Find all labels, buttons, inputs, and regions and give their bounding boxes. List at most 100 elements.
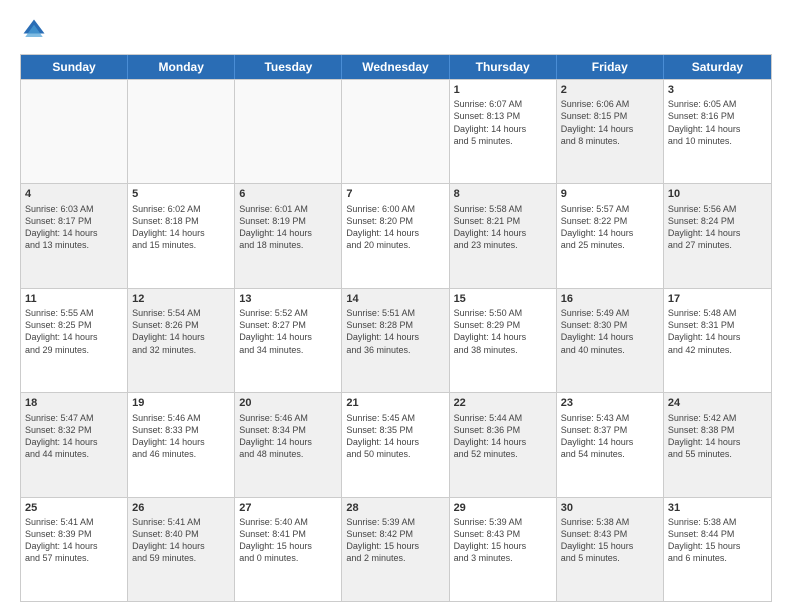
cal-cell-17: 17Sunrise: 5:48 AM Sunset: 8:31 PM Dayli…: [664, 289, 771, 392]
day-number: 5: [132, 187, 230, 201]
day-info: Sunrise: 5:57 AM Sunset: 8:22 PM Dayligh…: [561, 203, 659, 252]
page: SundayMondayTuesdayWednesdayThursdayFrid…: [0, 0, 792, 612]
day-info: Sunrise: 5:47 AM Sunset: 8:32 PM Dayligh…: [25, 412, 123, 461]
cal-cell-30: 30Sunrise: 5:38 AM Sunset: 8:43 PM Dayli…: [557, 498, 664, 601]
day-number: 13: [239, 292, 337, 306]
day-number: 12: [132, 292, 230, 306]
cal-cell-14: 14Sunrise: 5:51 AM Sunset: 8:28 PM Dayli…: [342, 289, 449, 392]
cal-cell-13: 13Sunrise: 5:52 AM Sunset: 8:27 PM Dayli…: [235, 289, 342, 392]
cal-header-thursday: Thursday: [450, 55, 557, 79]
day-info: Sunrise: 5:46 AM Sunset: 8:33 PM Dayligh…: [132, 412, 230, 461]
cal-cell-empty-3: [342, 80, 449, 183]
day-number: 17: [668, 292, 767, 306]
day-info: Sunrise: 5:44 AM Sunset: 8:36 PM Dayligh…: [454, 412, 552, 461]
cal-cell-9: 9 Sunrise: 5:57 AM Sunset: 8:22 PM Daylig…: [557, 184, 664, 287]
day-number: 11: [25, 292, 123, 306]
cal-cell-24: 24Sunrise: 5:42 AM Sunset: 8:38 PM Dayli…: [664, 393, 771, 496]
day-info: Sunrise: 5:43 AM Sunset: 8:37 PM Dayligh…: [561, 412, 659, 461]
cal-header-tuesday: Tuesday: [235, 55, 342, 79]
day-number: 14: [346, 292, 444, 306]
day-number: 15: [454, 292, 552, 306]
logo-icon: [20, 16, 48, 44]
cal-cell-8: 8 Sunrise: 5:58 AM Sunset: 8:21 PM Daylig…: [450, 184, 557, 287]
day-number: 20: [239, 396, 337, 410]
day-number: 29: [454, 501, 552, 515]
day-number: 8: [454, 187, 552, 201]
cal-row-0: 1Sunrise: 6:07 AM Sunset: 8:13 PM Daylig…: [21, 79, 771, 183]
calendar-header-row: SundayMondayTuesdayWednesdayThursdayFrid…: [21, 55, 771, 79]
cal-cell-28: 28Sunrise: 5:39 AM Sunset: 8:42 PM Dayli…: [342, 498, 449, 601]
cal-row-3: 18 Sunrise: 5:47 AM Sunset: 8:32 PM Dayli…: [21, 392, 771, 496]
cal-cell-25: 25Sunrise: 5:41 AM Sunset: 8:39 PM Dayli…: [21, 498, 128, 601]
cal-cell-3: 3Sunrise: 6:05 AM Sunset: 8:16 PM Daylig…: [664, 80, 771, 183]
day-info: Sunrise: 5:39 AM Sunset: 8:42 PM Dayligh…: [346, 516, 444, 565]
day-info: Sunrise: 6:03 AM Sunset: 8:17 PM Dayligh…: [25, 203, 123, 252]
cal-row-4: 25Sunrise: 5:41 AM Sunset: 8:39 PM Dayli…: [21, 497, 771, 601]
cal-header-monday: Monday: [128, 55, 235, 79]
cal-cell-27: 27Sunrise: 5:40 AM Sunset: 8:41 PM Dayli…: [235, 498, 342, 601]
day-info: Sunrise: 5:50 AM Sunset: 8:29 PM Dayligh…: [454, 307, 552, 356]
day-info: Sunrise: 5:52 AM Sunset: 8:27 PM Dayligh…: [239, 307, 337, 356]
cal-cell-4: 4Sunrise: 6:03 AM Sunset: 8:17 PM Daylig…: [21, 184, 128, 287]
day-number: 18: [25, 396, 123, 410]
cal-cell-22: 22 Sunrise: 5:44 AM Sunset: 8:36 PM Dayli…: [450, 393, 557, 496]
cal-row-1: 4Sunrise: 6:03 AM Sunset: 8:17 PM Daylig…: [21, 183, 771, 287]
day-number: 2: [561, 83, 659, 97]
day-info: Sunrise: 5:39 AM Sunset: 8:43 PM Dayligh…: [454, 516, 552, 565]
header: [20, 16, 772, 44]
cal-cell-19: 19 Sunrise: 5:46 AM Sunset: 8:33 PM Dayli…: [128, 393, 235, 496]
day-number: 9: [561, 187, 659, 201]
cal-cell-7: 7 Sunrise: 6:00 AM Sunset: 8:20 PM Daylig…: [342, 184, 449, 287]
day-info: Sunrise: 6:02 AM Sunset: 8:18 PM Dayligh…: [132, 203, 230, 252]
day-info: Sunrise: 6:05 AM Sunset: 8:16 PM Dayligh…: [668, 98, 767, 147]
day-info: Sunrise: 5:42 AM Sunset: 8:38 PM Dayligh…: [668, 412, 767, 461]
cal-header-wednesday: Wednesday: [342, 55, 449, 79]
cal-cell-29: 29Sunrise: 5:39 AM Sunset: 8:43 PM Dayli…: [450, 498, 557, 601]
day-info: Sunrise: 5:58 AM Sunset: 8:21 PM Dayligh…: [454, 203, 552, 252]
day-number: 3: [668, 83, 767, 97]
day-info: Sunrise: 5:38 AM Sunset: 8:44 PM Dayligh…: [668, 516, 767, 565]
cal-cell-15: 15Sunrise: 5:50 AM Sunset: 8:29 PM Dayli…: [450, 289, 557, 392]
day-info: Sunrise: 6:00 AM Sunset: 8:20 PM Dayligh…: [346, 203, 444, 252]
day-info: Sunrise: 5:38 AM Sunset: 8:43 PM Dayligh…: [561, 516, 659, 565]
day-number: 16: [561, 292, 659, 306]
day-number: 31: [668, 501, 767, 515]
day-number: 22: [454, 396, 552, 410]
cal-cell-18: 18 Sunrise: 5:47 AM Sunset: 8:32 PM Dayli…: [21, 393, 128, 496]
day-info: Sunrise: 5:51 AM Sunset: 8:28 PM Dayligh…: [346, 307, 444, 356]
day-number: 1: [454, 83, 552, 97]
day-info: Sunrise: 5:40 AM Sunset: 8:41 PM Dayligh…: [239, 516, 337, 565]
cal-cell-2: 2Sunrise: 6:06 AM Sunset: 8:15 PM Daylig…: [557, 80, 664, 183]
calendar: SundayMondayTuesdayWednesdayThursdayFrid…: [20, 54, 772, 602]
day-number: 25: [25, 501, 123, 515]
cal-cell-empty-0: [21, 80, 128, 183]
cal-cell-11: 11Sunrise: 5:55 AM Sunset: 8:25 PM Dayli…: [21, 289, 128, 392]
day-info: Sunrise: 5:48 AM Sunset: 8:31 PM Dayligh…: [668, 307, 767, 356]
cal-cell-5: 5 Sunrise: 6:02 AM Sunset: 8:18 PM Daylig…: [128, 184, 235, 287]
day-number: 6: [239, 187, 337, 201]
day-info: Sunrise: 6:06 AM Sunset: 8:15 PM Dayligh…: [561, 98, 659, 147]
day-info: Sunrise: 5:41 AM Sunset: 8:40 PM Dayligh…: [132, 516, 230, 565]
day-number: 19: [132, 396, 230, 410]
day-info: Sunrise: 5:45 AM Sunset: 8:35 PM Dayligh…: [346, 412, 444, 461]
calendar-body: 1Sunrise: 6:07 AM Sunset: 8:13 PM Daylig…: [21, 79, 771, 601]
cal-header-saturday: Saturday: [664, 55, 771, 79]
day-number: 30: [561, 501, 659, 515]
day-info: Sunrise: 5:56 AM Sunset: 8:24 PM Dayligh…: [668, 203, 767, 252]
cal-cell-31: 31Sunrise: 5:38 AM Sunset: 8:44 PM Dayli…: [664, 498, 771, 601]
cal-cell-16: 16Sunrise: 5:49 AM Sunset: 8:30 PM Dayli…: [557, 289, 664, 392]
day-info: Sunrise: 5:54 AM Sunset: 8:26 PM Dayligh…: [132, 307, 230, 356]
cal-header-sunday: Sunday: [21, 55, 128, 79]
logo: [20, 16, 52, 44]
cal-cell-21: 21Sunrise: 5:45 AM Sunset: 8:35 PM Dayli…: [342, 393, 449, 496]
day-info: Sunrise: 5:55 AM Sunset: 8:25 PM Dayligh…: [25, 307, 123, 356]
day-number: 26: [132, 501, 230, 515]
day-number: 7: [346, 187, 444, 201]
day-info: Sunrise: 5:46 AM Sunset: 8:34 PM Dayligh…: [239, 412, 337, 461]
cal-cell-26: 26Sunrise: 5:41 AM Sunset: 8:40 PM Dayli…: [128, 498, 235, 601]
day-number: 10: [668, 187, 767, 201]
cal-cell-20: 20 Sunrise: 5:46 AM Sunset: 8:34 PM Dayli…: [235, 393, 342, 496]
day-info: Sunrise: 6:01 AM Sunset: 8:19 PM Dayligh…: [239, 203, 337, 252]
cal-cell-10: 10 Sunrise: 5:56 AM Sunset: 8:24 PM Dayli…: [664, 184, 771, 287]
day-info: Sunrise: 5:49 AM Sunset: 8:30 PM Dayligh…: [561, 307, 659, 356]
